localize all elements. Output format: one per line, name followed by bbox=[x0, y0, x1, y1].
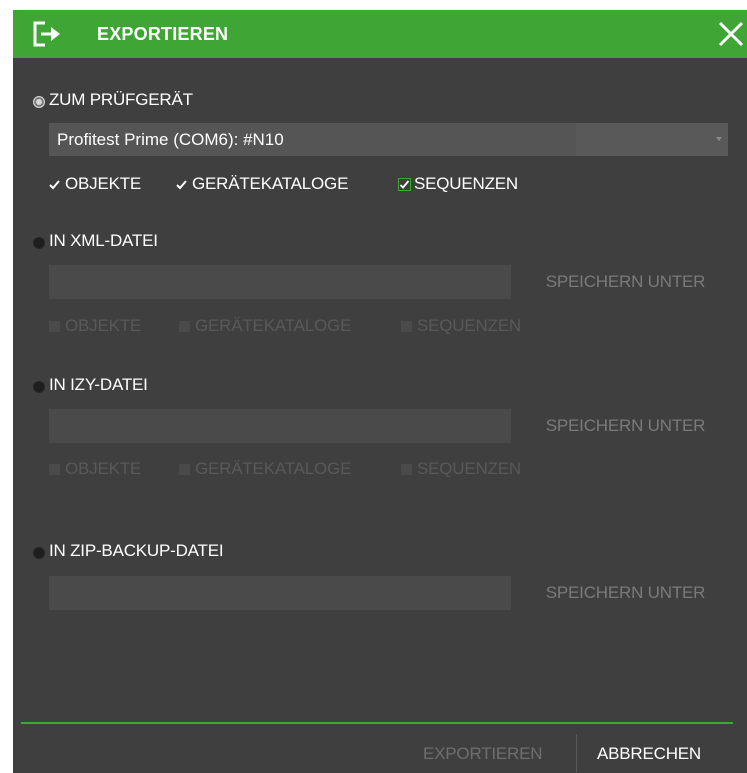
radio-label-xml: IN XML-DATEI bbox=[49, 231, 158, 250]
close-icon[interactable] bbox=[717, 20, 745, 48]
select-dropdown-area[interactable] bbox=[576, 123, 728, 156]
radio-button[interactable] bbox=[33, 381, 45, 393]
izy-save-as-button[interactable]: SPEICHERN UNTER bbox=[518, 409, 733, 443]
radio-button-selected[interactable] bbox=[33, 96, 45, 108]
checkbox-label: OBJEKTE bbox=[65, 174, 142, 193]
xml-path-field[interactable] bbox=[49, 265, 511, 299]
device-select[interactable]: Profitest Prime (COM6): #N10 bbox=[49, 123, 728, 156]
xml-save-as-button[interactable]: SPEICHERN UNTER bbox=[518, 265, 733, 299]
checkbox-label: GERÄTEKATALOGE bbox=[195, 459, 352, 478]
cancel-button[interactable]: ABBRECHEN bbox=[597, 734, 701, 773]
checkbox-label: SEQUENZEN bbox=[414, 174, 518, 193]
checkbox-box[interactable] bbox=[179, 464, 190, 475]
device-select-value: Profitest Prime (COM6): #N10 bbox=[57, 130, 284, 149]
export-button[interactable]: EXPORTIEREN bbox=[423, 734, 543, 773]
izy-path-field[interactable] bbox=[49, 409, 511, 443]
radio-label-device: ZUM PRÜFGERÄT bbox=[49, 90, 193, 109]
checkbox-label: OBJEKTE bbox=[65, 459, 142, 478]
footer-divider bbox=[21, 722, 733, 724]
checkbox-label: SEQUENZEN bbox=[417, 459, 521, 478]
checkbox-label: OBJEKTE bbox=[65, 316, 142, 335]
checkbox-box[interactable] bbox=[401, 321, 412, 332]
checkbox-box[interactable] bbox=[49, 321, 60, 332]
title-bar: EXPORTIEREN bbox=[13, 10, 747, 58]
checkmark-icon[interactable] bbox=[176, 179, 187, 190]
radio-button[interactable] bbox=[33, 237, 45, 249]
checkmark-icon[interactable] bbox=[398, 178, 411, 191]
zip-path-field[interactable] bbox=[49, 576, 511, 610]
checkbox-box[interactable] bbox=[49, 464, 60, 475]
checkbox-box[interactable] bbox=[401, 464, 412, 475]
checkbox-label: GERÄTEKATALOGE bbox=[192, 174, 349, 193]
footer-separator bbox=[576, 734, 577, 772]
radio-label-zip: IN ZIP-BACKUP-DATEI bbox=[49, 541, 224, 560]
checkbox-label: SEQUENZEN bbox=[417, 316, 521, 335]
checkbox-box[interactable] bbox=[179, 321, 190, 332]
radio-button[interactable] bbox=[33, 547, 45, 559]
export-dialog: EXPORTIEREN ZUM PRÜFGERÄT Profitest Prim… bbox=[13, 10, 747, 773]
export-icon bbox=[33, 21, 60, 47]
radio-label-izy: IN IZY-DATEI bbox=[49, 375, 148, 394]
dialog-title: EXPORTIEREN bbox=[97, 24, 229, 44]
checkmark-icon[interactable] bbox=[49, 179, 60, 190]
checkbox-label: GERÄTEKATALOGE bbox=[195, 316, 352, 335]
chevron-down-icon[interactable] bbox=[716, 137, 722, 141]
zip-save-as-button[interactable]: SPEICHERN UNTER bbox=[518, 576, 733, 610]
